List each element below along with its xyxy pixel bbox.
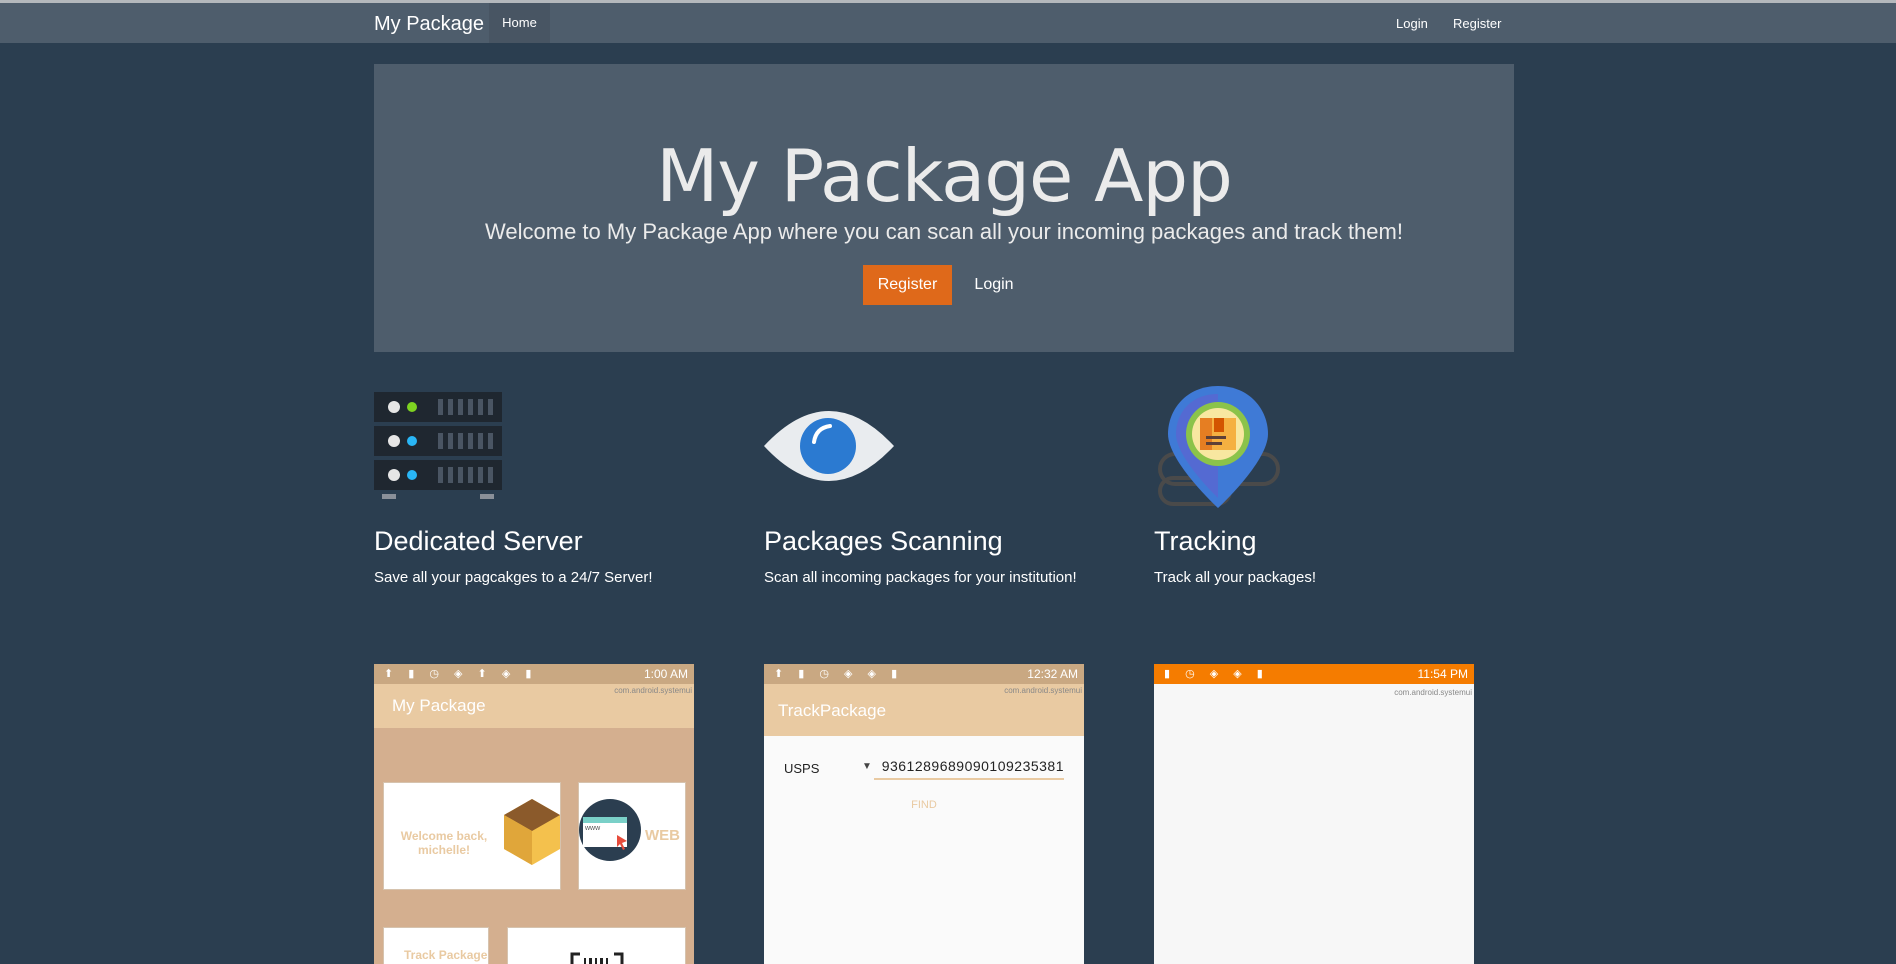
feature-packages-scanning: Packages Scanning Scan all incoming pack…	[764, 382, 1124, 586]
track-package-card[interactable]: Track Package	[383, 927, 489, 964]
eye-icon	[764, 382, 894, 512]
nav-home-link[interactable]: Home	[489, 3, 550, 43]
status-bar: ▮ ◷ ◈ ◈ ▮ 11:54 PM	[1154, 664, 1474, 684]
status-note: com.android.systemui	[1004, 686, 1082, 695]
app-bar: My Package com.android.systemui	[374, 684, 694, 728]
app-screenshot-track: ⬆ ▮ ◷ ◈ ◈ ▮ 12:32 AM TrackPackage com.an…	[764, 664, 1084, 964]
brand-link[interactable]: My Package	[374, 13, 484, 36]
carrier-select[interactable]: USPS ▼	[784, 761, 872, 776]
find-button[interactable]: FIND	[764, 799, 1084, 811]
hero-title: My Package App	[656, 134, 1233, 218]
status-note: com.android.systemui	[614, 686, 692, 695]
carrier-value: USPS	[784, 761, 820, 776]
app-title: My Package	[392, 696, 486, 715]
status-time: 12:32 AM	[1027, 667, 1078, 681]
feature-tracking: Tracking Track all your packages!	[1154, 382, 1514, 586]
nav-register-link[interactable]: Register	[1453, 16, 1501, 31]
app-screenshot-blank: ▮ ◷ ◈ ◈ ▮ 11:54 PM com.android.systemui	[1154, 664, 1474, 964]
welcome-text: Welcome back, michelle!	[400, 829, 488, 857]
barcode-icon	[570, 952, 624, 964]
status-bar: ⬆ ▮ ◷ ◈ ◈ ▮ 12:32 AM	[764, 664, 1084, 684]
status-icons: ⬆ ▮ ◷ ◈ ⬆ ◈ ▮	[384, 668, 538, 680]
web-label: WEB	[645, 827, 680, 844]
navbar: My Package Home Login Register	[0, 3, 1896, 43]
map-pin-icon	[1154, 382, 1284, 512]
hero-jumbotron: My Package App Welcome to My Package App…	[374, 64, 1514, 352]
status-time: 1:00 AM	[643, 667, 688, 681]
track-package-label: Track Package	[404, 948, 488, 962]
web-card[interactable]: www WEB	[578, 782, 686, 890]
feature-dedicated-server: Dedicated Server Save all your pagcakges…	[374, 382, 734, 586]
hero-register-button[interactable]: Register	[863, 265, 952, 305]
feature-text: Save all your pagcakges to a 24/7 Server…	[374, 569, 653, 586]
status-icons: ▮ ◷ ◈ ◈ ▮	[1164, 668, 1269, 680]
status-time: 11:54 PM	[1417, 667, 1468, 681]
tracking-number-value: 9361289689090109235381	[881, 758, 1064, 774]
status-note: com.android.systemui	[1394, 688, 1472, 697]
status-bar: ⬆ ▮ ◷ ◈ ⬆ ◈ ▮ 1:00 AM	[374, 664, 694, 684]
app-bar: TrackPackage com.android.systemui	[764, 684, 1084, 736]
status-icons: ⬆ ▮ ◷ ◈ ◈ ▮	[774, 668, 904, 680]
server-icon	[374, 382, 504, 512]
scan-card[interactable]	[507, 927, 686, 964]
feature-title: Tracking	[1154, 526, 1257, 556]
feature-text: Track all your packages!	[1154, 569, 1317, 586]
nav-login-link[interactable]: Login	[1396, 16, 1428, 31]
box-icon	[504, 799, 560, 865]
feature-title: Packages Scanning	[764, 526, 1003, 556]
tracking-number-input[interactable]: 9361289689090109235381	[874, 758, 1064, 780]
hero-login-button[interactable]: Login	[964, 265, 1024, 305]
feature-title: Dedicated Server	[374, 526, 583, 556]
feature-text: Scan all incoming packages for your inst…	[764, 569, 1077, 586]
www-label: www	[585, 825, 601, 832]
hero-subtitle: Welcome to My Package App where you can …	[485, 219, 1403, 244]
app-title: TrackPackage	[778, 701, 887, 720]
welcome-card[interactable]: Welcome back, michelle!	[383, 782, 561, 890]
app-screenshot-home: ⬆ ▮ ◷ ◈ ⬆ ◈ ▮ 1:00 AM My Package com.and…	[374, 664, 694, 964]
dropdown-arrow-icon: ▼	[862, 761, 872, 772]
